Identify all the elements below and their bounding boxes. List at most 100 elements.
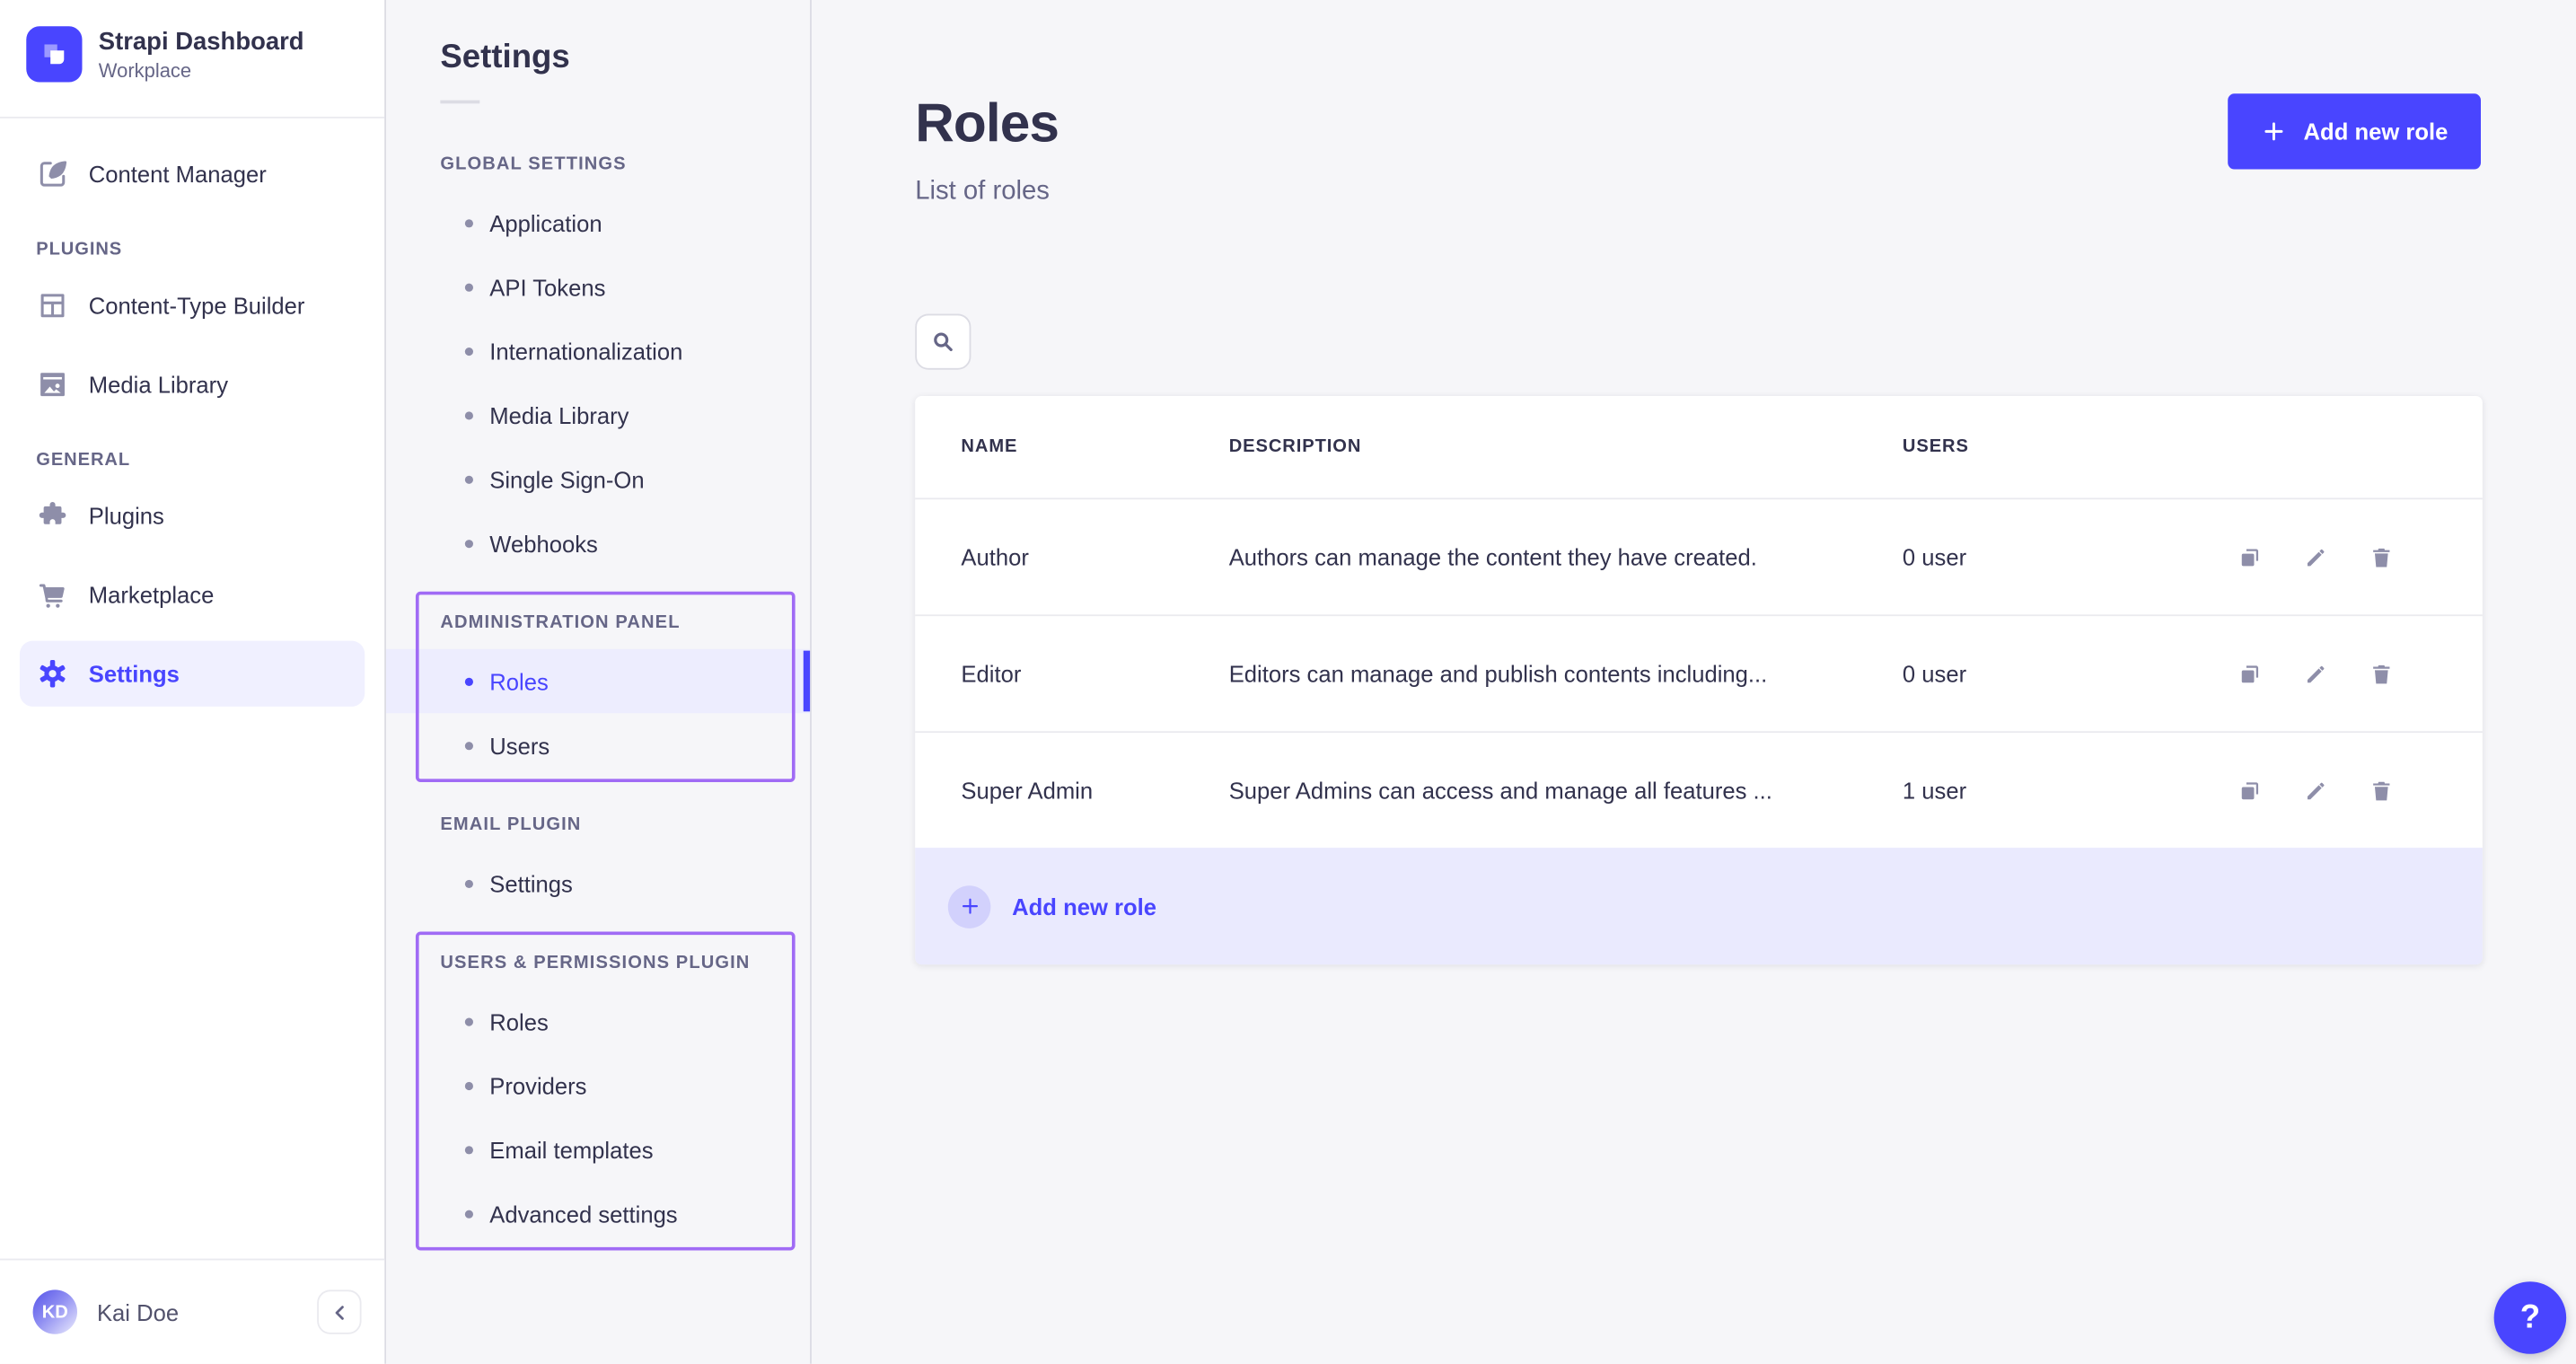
sidebar-item-media-library[interactable]: Media Library xyxy=(20,352,365,418)
sidebar-footer: KD Kai Doe xyxy=(0,1259,384,1364)
sidebar-item-label: Settings xyxy=(89,661,180,687)
subnav-item-admin-roles[interactable]: Roles xyxy=(386,649,810,713)
sidebar-item-content-manager[interactable]: Content Manager xyxy=(20,141,365,207)
sidebar-item-settings[interactable]: Settings xyxy=(20,641,365,707)
help-button[interactable]: ? xyxy=(2494,1281,2567,1354)
subnav-title: Settings xyxy=(386,0,810,77)
page-header: Roles List of roles Add new role xyxy=(813,0,2576,207)
subnav-item-admin-users[interactable]: Users xyxy=(386,713,810,777)
user-name: Kai Doe xyxy=(97,1298,297,1324)
footer-add-role-label: Add new role xyxy=(1012,893,1156,919)
role-name: Editor xyxy=(961,661,1228,687)
page-subtitle: List of roles xyxy=(915,178,1059,207)
duplicate-icon xyxy=(2238,545,2262,569)
subnav-item-label: Application xyxy=(489,209,602,235)
collapse-sidebar-button[interactable] xyxy=(317,1289,361,1333)
avatar[interactable]: KD xyxy=(33,1289,77,1333)
role-users-count: 0 user xyxy=(1903,544,2190,570)
subnav-item-up-providers[interactable]: Providers xyxy=(386,1053,810,1117)
duplicate-icon xyxy=(2238,661,2262,685)
trash-icon xyxy=(2369,778,2394,802)
delete-button[interactable] xyxy=(2369,661,2394,685)
role-name: Super Admin xyxy=(961,777,1228,803)
brand-text: Strapi Dashboard Workplace xyxy=(99,27,304,81)
subnav-item-label: Providers xyxy=(489,1072,586,1098)
subnav-item-up-email-templates[interactable]: Email templates xyxy=(386,1117,810,1181)
subnav-item-api-tokens[interactable]: API Tokens xyxy=(386,255,810,319)
subnav-item-label: Media Library xyxy=(489,401,629,427)
gear-icon xyxy=(36,657,69,691)
sidebar-item-marketplace[interactable]: Marketplace xyxy=(20,562,365,628)
edit-button[interactable] xyxy=(2303,778,2327,802)
trash-icon xyxy=(2369,661,2394,685)
subnav-section-header: USERS & PERMISSIONS PLUGIN xyxy=(386,951,810,975)
settings-subnav: Settings GLOBAL SETTINGS Application API… xyxy=(386,0,812,1364)
sidebar-item-label: Content Manager xyxy=(89,161,267,187)
sidebar-nav: Content Manager PLUGINS Content-Type Bui… xyxy=(0,119,384,707)
subnav-item-label: Users xyxy=(489,732,549,758)
sidebar-item-label: Content-Type Builder xyxy=(89,293,305,319)
duplicate-button[interactable] xyxy=(2238,778,2262,802)
feather-pen-icon xyxy=(36,158,69,191)
pencil-icon xyxy=(2303,778,2327,802)
subnav-item-email-settings[interactable]: Settings xyxy=(386,851,810,915)
trash-icon xyxy=(2369,545,2394,569)
subnav-section-header: EMAIL PLUGIN xyxy=(386,814,810,838)
duplicate-icon xyxy=(2238,778,2262,802)
subnav-item-label: API Tokens xyxy=(489,274,605,300)
delete-button[interactable] xyxy=(2369,778,2394,802)
role-description: Editors can manage and publish contents … xyxy=(1229,661,1903,687)
edit-button[interactable] xyxy=(2303,545,2327,569)
main-content: Roles List of roles Add new role NAME DE… xyxy=(813,0,2576,1364)
role-name: Author xyxy=(961,544,1228,570)
sidebar-section-general: GENERAL xyxy=(20,450,365,470)
subnav-item-label: Roles xyxy=(489,1008,549,1034)
subnav-item-label: Internationalization xyxy=(489,338,682,364)
table-header-row: NAME DESCRIPTION USERS xyxy=(915,396,2483,497)
subnav-item-webhooks[interactable]: Webhooks xyxy=(386,511,810,575)
workspace-name: Workplace xyxy=(99,58,304,82)
add-new-role-button[interactable]: Add new role xyxy=(2228,93,2481,169)
search-button[interactable] xyxy=(915,313,971,369)
row-actions xyxy=(2190,661,2436,685)
strapi-logo-icon xyxy=(36,36,72,72)
add-new-role-label: Add new role xyxy=(2304,119,2449,145)
divider xyxy=(440,101,479,104)
subnav-item-single-sign-on[interactable]: Single Sign-On xyxy=(386,447,810,511)
workspace-switcher[interactable]: Strapi Dashboard Workplace xyxy=(0,0,384,105)
table-row[interactable]: Author Authors can manage the content th… xyxy=(915,497,2483,614)
subnav-section-header: GLOBAL SETTINGS xyxy=(386,153,810,177)
puzzle-icon xyxy=(36,499,69,532)
subnav-item-up-advanced-settings[interactable]: Advanced settings xyxy=(386,1182,810,1245)
plus-icon xyxy=(2261,119,2287,145)
sidebar-section-plugins: PLUGINS xyxy=(20,240,365,260)
column-header-name: NAME xyxy=(961,437,1228,457)
app-window: Strapi Dashboard Workplace Content Manag… xyxy=(0,0,2576,1364)
pencil-icon xyxy=(2303,661,2327,685)
subnav-item-application[interactable]: Application xyxy=(386,190,810,254)
sidebar-item-plugins[interactable]: Plugins xyxy=(20,483,365,549)
subnav-section-global-settings: GLOBAL SETTINGS Application API Tokens I… xyxy=(386,153,810,575)
subnav-section-header: ADMINISTRATION PANEL xyxy=(386,612,810,636)
duplicate-button[interactable] xyxy=(2238,661,2262,685)
column-header-description: DESCRIPTION xyxy=(1229,437,1903,457)
app-title: Strapi Dashboard xyxy=(99,27,304,57)
duplicate-button[interactable] xyxy=(2238,545,2262,569)
table-row[interactable]: Super Admin Super Admins can access and … xyxy=(915,731,2483,848)
search-icon xyxy=(930,329,956,355)
subnav-section-administration-panel: ADMINISTRATION PANEL Roles Users xyxy=(386,612,810,778)
main-sidebar: Strapi Dashboard Workplace Content Manag… xyxy=(0,0,386,1364)
table-row[interactable]: Editor Editors can manage and publish co… xyxy=(915,614,2483,731)
sidebar-item-content-type-builder[interactable]: Content-Type Builder xyxy=(20,273,365,339)
subnav-item-label: Advanced settings xyxy=(489,1201,677,1227)
plus-circle-icon xyxy=(948,884,991,928)
edit-button[interactable] xyxy=(2303,661,2327,685)
delete-button[interactable] xyxy=(2369,545,2394,569)
table-footer-add-role[interactable]: Add new role xyxy=(915,848,2483,964)
subnav-item-label: Single Sign-On xyxy=(489,466,644,492)
subnav-item-media-library[interactable]: Media Library xyxy=(386,383,810,446)
page-title-block: Roles List of roles xyxy=(915,92,1059,207)
subnav-item-internationalization[interactable]: Internationalization xyxy=(386,319,810,383)
page-title: Roles xyxy=(915,92,1059,154)
subnav-item-up-roles[interactable]: Roles xyxy=(386,990,810,1053)
